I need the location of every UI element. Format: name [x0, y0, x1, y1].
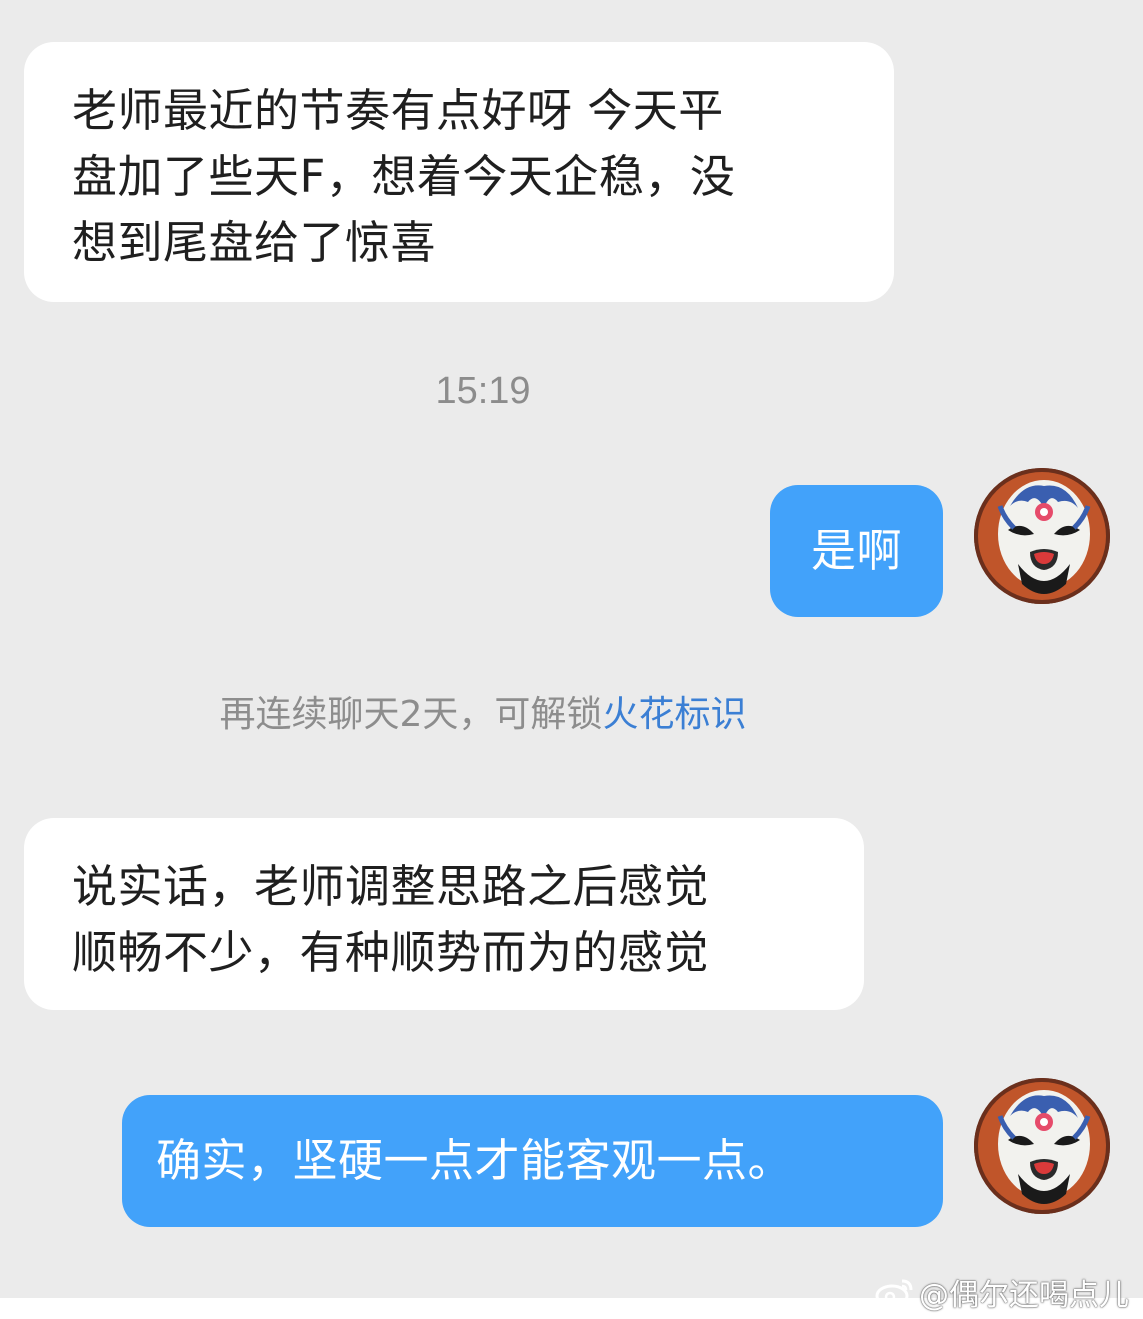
message-text-line: 想到尾盘给了惊喜: [72, 216, 437, 269]
message-text-line: 说实话，老师调整思路之后感觉: [72, 860, 710, 913]
message-text: 确实，坚硬一点才能客观一点。: [156, 1134, 794, 1187]
opera-mask-icon: [974, 468, 1110, 604]
user-avatar[interactable]: [974, 1078, 1110, 1214]
user-avatar[interactable]: [974, 468, 1110, 604]
outgoing-message-bubble[interactable]: 是啊: [770, 485, 943, 617]
message-text-line: 顺畅不少，有种顺势而为的感觉: [72, 926, 710, 979]
watermark-text: @偶尔还喝点儿: [919, 1278, 1129, 1313]
message-text: 是啊: [810, 524, 902, 577]
opera-mask-icon: [974, 1078, 1110, 1214]
weibo-watermark: @偶尔还喝点儿: [875, 1270, 1129, 1314]
message-timestamp: 15:19: [435, 370, 531, 412]
notice-text: 再连续聊天2天，可解锁: [219, 694, 603, 735]
incoming-message-bubble[interactable]: 老师最近的节奏有点好呀 今天平 盘加了些天F，想着今天企稳，没 想到尾盘给了惊喜: [24, 42, 894, 302]
incoming-message-bubble[interactable]: 说实话，老师调整思路之后感觉 顺畅不少，有种顺势而为的感觉: [24, 818, 864, 1010]
message-text-line: 老师最近的节奏有点好呀 今天平: [72, 84, 724, 137]
weibo-logo-icon: [875, 1279, 913, 1308]
spark-unlock-notice: 再连续聊天2天，可解锁火花标识: [0, 685, 966, 737]
outgoing-message-bubble[interactable]: 确实，坚硬一点才能客观一点。: [122, 1095, 943, 1227]
chat-area: 老师最近的节奏有点好呀 今天平 盘加了些天F，想着今天企稳，没 想到尾盘给了惊喜…: [0, 0, 1143, 1298]
message-text-line: 盘加了些天F，想着今天企稳，没: [72, 150, 736, 203]
spark-badge-link[interactable]: 火花标识: [602, 694, 746, 735]
